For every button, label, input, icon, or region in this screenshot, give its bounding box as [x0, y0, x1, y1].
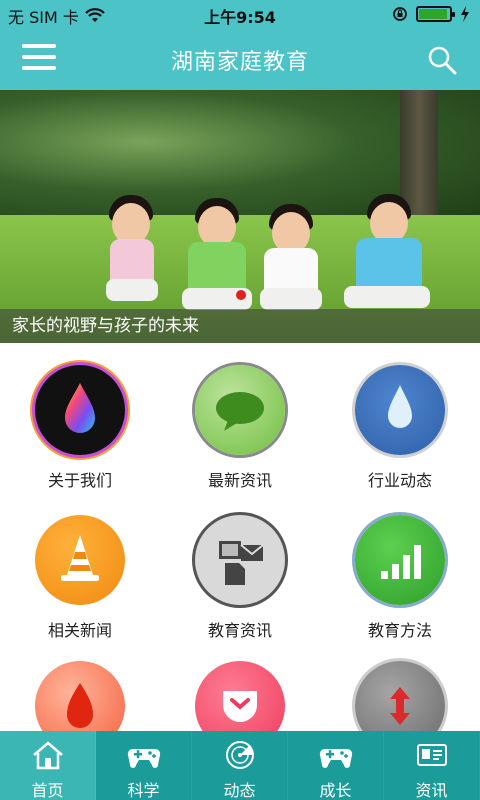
grid-item-9[interactable]	[320, 661, 480, 731]
status-right	[392, 6, 470, 22]
feature-grid: 关于我们 最新资讯 行业动态 相关新闻 教育资讯 教育方法	[0, 343, 480, 731]
flame-icon	[67, 683, 93, 728]
tab-growth[interactable]: 成长	[288, 731, 384, 800]
page-title: 湖南家庭教育	[170, 50, 309, 75]
rainbow-drop-icon	[65, 383, 95, 433]
chat-bubble-icon	[216, 392, 264, 431]
tab-label: 成长	[319, 781, 352, 800]
tab-information[interactable]: 资讯	[384, 731, 480, 800]
grid-item-related-news[interactable]: 相关新闻	[0, 515, 160, 641]
gamepad-icon	[319, 749, 352, 768]
grid-item-label: 最新资讯	[207, 471, 272, 490]
status-bar: 无 SIM 卡 上午9:54	[0, 0, 480, 30]
grid-item-industry-trends[interactable]: 行业动态	[320, 365, 480, 491]
search-icon[interactable]	[426, 44, 458, 76]
tab-news-feed[interactable]: 动态	[192, 731, 288, 800]
grid-item-about[interactable]: 关于我们	[0, 365, 160, 491]
grid-item-education-methods[interactable]: 教育方法	[320, 515, 480, 641]
charging-icon	[461, 6, 469, 22]
grid-item-latest-news[interactable]: 最新资讯	[160, 365, 320, 491]
banner-caption: 家长的视野与孩子的未来	[0, 309, 480, 343]
grid-item-label: 教育方法	[367, 621, 432, 640]
grid-item-label: 关于我们	[47, 471, 112, 490]
tab-home[interactable]: 首页	[0, 731, 96, 800]
carousel-indicator[interactable]	[236, 290, 246, 300]
rotation-lock-icon	[393, 7, 407, 21]
tab-label: 资讯	[415, 781, 448, 800]
id-card-icon	[416, 744, 447, 766]
tab-label: 科学	[127, 781, 160, 800]
up-down-arrows-icon	[390, 687, 410, 725]
app-bar: 湖南家庭教育	[0, 30, 480, 90]
tab-label: 首页	[31, 781, 64, 800]
grid-item-label: 教育资讯	[207, 621, 272, 640]
grid-item-label: 相关新闻	[47, 621, 112, 640]
banner-carousel[interactable]: 家长的视野与孩子的未来	[0, 90, 480, 343]
water-drop-icon	[388, 385, 412, 428]
battery-icon	[416, 6, 455, 22]
signal-bars-icon	[381, 545, 421, 579]
gamepad-icon	[127, 749, 160, 768]
bottom-tab-bar: 首页 科学 动态 成长 资讯	[0, 731, 480, 800]
tab-science[interactable]: 科学	[96, 731, 192, 800]
pocket-icon	[223, 691, 257, 722]
grid-item-7[interactable]	[0, 661, 160, 731]
grid-item-education-news[interactable]: 教育资讯	[160, 515, 320, 641]
grid-item-8[interactable]	[160, 661, 320, 731]
traffic-cone-icon	[61, 535, 99, 581]
grid-item-label: 行业动态	[367, 471, 432, 490]
home-icon	[32, 741, 63, 770]
radar-icon	[225, 741, 254, 769]
tab-label: 动态	[223, 781, 256, 800]
documents-icon	[219, 541, 264, 585]
